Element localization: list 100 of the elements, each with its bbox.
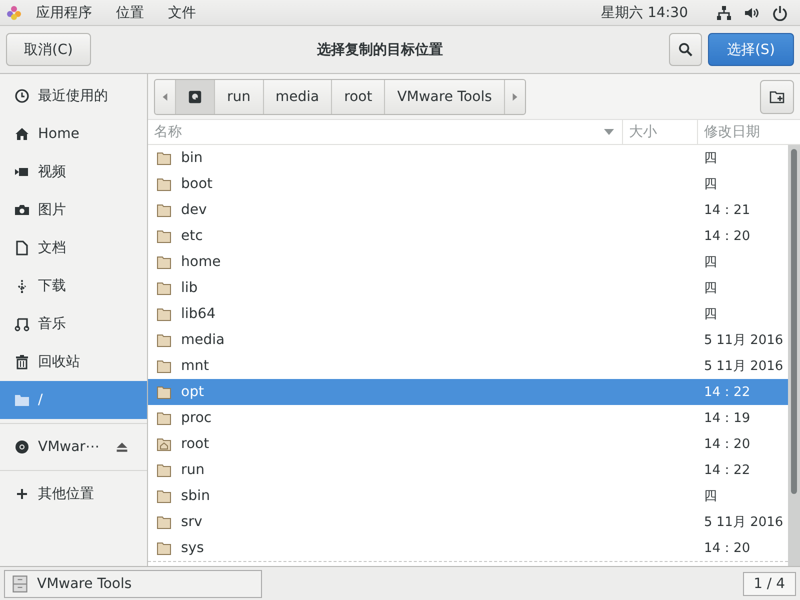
modified-date: 四 (703, 176, 718, 193)
sidebar-item[interactable]: VMwar⋯ (0, 428, 147, 466)
folder-icon (156, 488, 172, 504)
file-name: lib (181, 280, 198, 296)
file-row[interactable]: etc 14：20 (148, 223, 788, 249)
folder-icon (156, 228, 172, 244)
file-name: run (181, 462, 205, 478)
plus-icon (14, 486, 30, 502)
file-name: srv (181, 514, 202, 530)
folder-icon (156, 306, 172, 322)
sidebar-item[interactable]: Home (0, 115, 147, 153)
file-name: sys (181, 540, 204, 556)
new-folder-button[interactable] (760, 80, 794, 114)
sidebar-item[interactable]: 回收站 (0, 343, 147, 381)
file-row[interactable]: lib 四 (148, 275, 788, 301)
modified-date: 14：20 (703, 228, 752, 245)
file-row[interactable]: media 5 11月 2016 (148, 327, 788, 353)
clock[interactable]: 星期六 14:30 (601, 4, 688, 22)
file-name: etc (181, 228, 203, 244)
folder-icon (156, 514, 172, 530)
modified-date: 14：22 (703, 462, 752, 479)
file-row[interactable]: dev 14：21 (148, 197, 788, 223)
disc-icon (14, 439, 30, 455)
folder-icon (156, 202, 172, 218)
file-row[interactable]: proc 14：19 (148, 405, 788, 431)
modified-date: 四 (703, 150, 718, 167)
file-name: proc (181, 410, 212, 426)
modified-date: 5 11月 2016 (703, 358, 784, 375)
home-folder-icon (156, 436, 172, 452)
dialog-title: 选择复制的目标位置 (316, 40, 444, 58)
document-icon (14, 240, 30, 256)
column-title: 名称 (154, 123, 182, 141)
file-name: mnt (181, 358, 209, 374)
caret-icon (604, 129, 614, 135)
sidebar-item[interactable]: 文档 (0, 229, 147, 267)
file-row[interactable]: home 四 (148, 249, 788, 275)
power-icon[interactable] (772, 4, 788, 20)
top-menu[interactable]: 文件 (156, 4, 208, 22)
folder-icon (156, 384, 172, 400)
network-icon[interactable] (716, 4, 732, 20)
file-row[interactable]: boot 四 (148, 171, 788, 197)
folder-icon (156, 332, 172, 348)
eject-icon[interactable] (115, 440, 129, 454)
modified-date: 5 11月 2016 (703, 514, 784, 531)
file-row[interactable]: run 14：22 (148, 457, 788, 483)
taskbar-window-button[interactable]: VMware Tools (4, 570, 262, 598)
folder-icon (156, 150, 172, 166)
file-name: media (181, 332, 225, 348)
sidebar-item[interactable]: 最近使用的 (0, 77, 147, 115)
sidebar-item[interactable]: 下载 (0, 267, 147, 305)
modified-date: 四 (703, 254, 718, 271)
modified-date: 四 (703, 306, 718, 323)
apps-logo-icon[interactable] (6, 4, 22, 20)
folder-icon (14, 392, 30, 408)
file-row[interactable]: mnt 5 11月 2016 (148, 353, 788, 379)
modified-date: 14：21 (703, 202, 752, 219)
file-row[interactable]: root 14：20 (148, 431, 788, 457)
new-folder-icon (769, 88, 785, 104)
sidebar-item[interactable]: 其他位置 (0, 475, 147, 513)
clock-icon (14, 88, 30, 104)
file-name: opt (181, 384, 204, 400)
sidebar-item[interactable]: 视频 (0, 153, 147, 191)
file-row[interactable]: lib64 四 (148, 301, 788, 327)
file-cabinet-icon (11, 574, 29, 592)
file-name: boot (181, 176, 213, 192)
file-row[interactable]: sbin 四 (148, 483, 788, 509)
path-segment[interactable] (176, 80, 215, 114)
cancel-button[interactable]: 取消(C) (6, 33, 91, 66)
folder-icon (156, 254, 172, 270)
select-button[interactable]: 选择(S) (708, 33, 794, 66)
folder-icon (156, 540, 172, 556)
top-menu[interactable]: 位置 (104, 4, 156, 22)
search-icon (678, 42, 693, 57)
file-name: lib64 (181, 306, 216, 322)
file-row[interactable]: sys 14：20 (148, 535, 788, 561)
file-name: dev (181, 202, 207, 218)
path-segment[interactable]: VMware Tools (385, 80, 505, 114)
path-segment[interactable]: media (264, 80, 332, 114)
file-row[interactable]: srv 5 11月 2016 (148, 509, 788, 535)
file-name: root (181, 436, 210, 452)
modified-date: 14：22 (703, 384, 752, 401)
right-arrow-icon (512, 92, 518, 102)
search-button[interactable] (669, 33, 702, 66)
modified-date: 14：20 (703, 540, 752, 557)
folder-icon (156, 176, 172, 192)
workspace-indicator[interactable]: 1 / 4 (742, 572, 796, 596)
sidebar-item[interactable]: 音乐 (0, 305, 147, 343)
music-note-icon (14, 316, 30, 332)
camera-icon (14, 202, 30, 218)
modified-date: 14：19 (703, 410, 752, 427)
modified-date: 5 11月 2016 (703, 332, 784, 349)
top-menu[interactable]: 应用程序 (24, 4, 104, 22)
file-name: home (181, 254, 221, 270)
folder-icon (156, 462, 172, 478)
path-segment[interactable]: root (332, 80, 386, 114)
scrollbar[interactable] (788, 145, 800, 566)
path-segment[interactable]: run (215, 80, 264, 114)
trash-icon (14, 354, 30, 370)
file-row[interactable]: bin 四 (148, 145, 788, 171)
sidebar-item[interactable]: 图片 (0, 191, 147, 229)
